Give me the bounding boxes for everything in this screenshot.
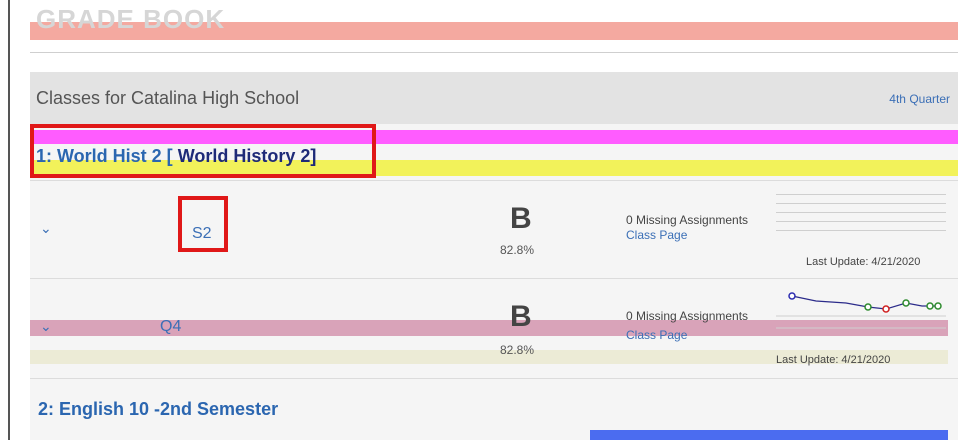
class-page-link[interactable]: Class Page <box>626 328 687 342</box>
class-page-link[interactable]: Class Page <box>626 228 687 242</box>
grade-trend-chart <box>776 194 946 239</box>
class-title-highlight <box>30 124 376 178</box>
missing-assignments[interactable]: 0 Missing Assignments <box>626 309 748 323</box>
grade-trend-chart <box>776 292 946 329</box>
row-divider <box>30 378 958 379</box>
trend-point <box>864 303 872 311</box>
row-divider <box>30 180 958 181</box>
left-border <box>8 0 10 440</box>
last-update: Last Update: 4/21/2020 <box>806 256 921 268</box>
grade-letter: B <box>510 202 532 235</box>
header-divider <box>30 52 958 53</box>
chevron-down-icon[interactable]: ⌄ <box>40 220 52 237</box>
trend-point <box>788 292 796 300</box>
trend-point <box>882 305 890 313</box>
missing-assignments[interactable]: 0 Missing Assignments <box>626 213 748 227</box>
quarter-link[interactable]: 4th Quarter <box>889 92 950 106</box>
trend-point <box>902 299 910 307</box>
grade-letter: B <box>510 300 532 333</box>
last-update: Last Update: 4/21/2020 <box>776 354 891 366</box>
bottom-band <box>590 430 948 440</box>
term-highlight <box>178 196 228 252</box>
grade-percent: 82.8% <box>500 343 535 357</box>
trend-point <box>926 302 934 310</box>
chevron-down-icon[interactable]: ⌄ <box>40 318 52 335</box>
row-divider <box>30 278 958 279</box>
grade-percent: 82.8% <box>500 243 535 257</box>
class-title[interactable]: 2: English 10 -2nd Semester <box>38 399 278 420</box>
page-title: GRADE BOOK <box>36 4 226 34</box>
term-link[interactable]: Q4 <box>160 318 181 336</box>
school-title: Classes for Catalina High School <box>36 88 300 108</box>
trend-point <box>934 302 942 310</box>
